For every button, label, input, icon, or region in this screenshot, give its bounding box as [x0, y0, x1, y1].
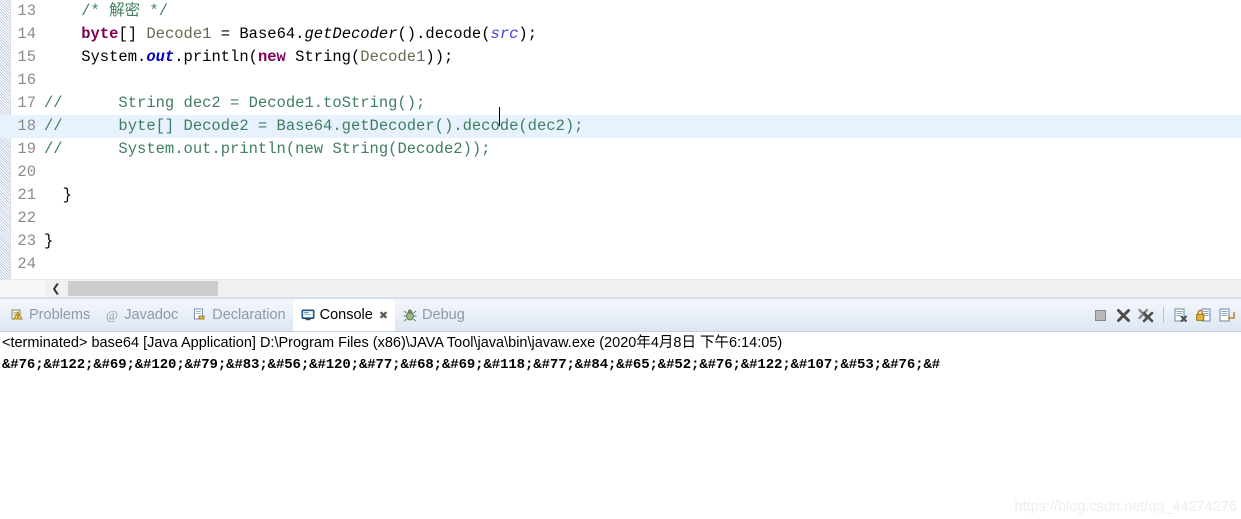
tab-problems[interactable]: Problems	[2, 299, 97, 331]
remove-launch-icon	[1115, 307, 1131, 323]
code-line[interactable]: 14 byte[] Decode1 = Base64.getDecoder().…	[0, 23, 1241, 46]
code-line[interactable]: 20	[0, 161, 1241, 184]
code-text: System.out.println(new String(Decode1));	[44, 48, 454, 66]
code-text: }	[44, 186, 72, 204]
declaration-icon	[192, 307, 208, 323]
code-line[interactable]: 23}	[0, 230, 1241, 253]
code-line[interactable]: 21 }	[0, 184, 1241, 207]
console-toolbar[interactable]	[1092, 299, 1239, 331]
tab-console[interactable]: Console ✖	[292, 299, 396, 331]
editor-horizontal-scrollbar-track[interactable]	[46, 280, 1241, 297]
code-line[interactable]: 16	[0, 69, 1241, 92]
console-icon	[300, 307, 316, 323]
tab-label: Javadoc	[124, 306, 179, 323]
line-number: 18	[17, 117, 36, 135]
code-line-list[interactable]: 13 /* 解密 */14 byte[] Decode1 = Base64.ge…	[0, 0, 1241, 276]
terminate-icon	[1092, 307, 1108, 323]
debug-icon	[402, 307, 418, 323]
code-text: // System.out.println(new String(Decode2…	[44, 140, 491, 158]
code-text: }	[44, 232, 54, 250]
clear-console-icon	[1172, 307, 1188, 323]
display-selected-console-icon	[1218, 307, 1235, 323]
line-number: 15	[17, 48, 36, 66]
tab-declaration[interactable]: Declaration	[185, 299, 292, 331]
svg-text:@: @	[106, 308, 118, 323]
tab-debug[interactable]: Debug	[395, 299, 472, 331]
code-text: byte[] Decode1 = Base64.getDecoder().dec…	[81, 25, 538, 43]
terminate-button[interactable]	[1092, 307, 1109, 324]
code-text: /* 解密 */	[81, 2, 169, 20]
close-icon[interactable]: ✖	[379, 309, 388, 322]
code-text: // String dec2 = Decode1.toString();	[44, 94, 426, 112]
code-line[interactable]: 22	[0, 207, 1241, 230]
code-line[interactable]: 18 // byte[] Decode2 = Base64.getDecoder(…	[0, 115, 1241, 138]
console-output-line: &#76;&#122;&#69;&#120;&#79;&#83;&#56;&#1…	[2, 357, 941, 373]
tab-javadoc[interactable]: @ Javadoc	[97, 299, 185, 331]
text-caret	[499, 107, 500, 126]
code-line[interactable]: 24	[0, 253, 1241, 276]
line-number: 21	[17, 186, 36, 204]
code-line[interactable]: 13 /* 解密 */	[0, 0, 1241, 23]
watermark-text: https://blog.csdn.net/qq_44274276	[1014, 499, 1237, 515]
line-number: 22	[17, 209, 36, 227]
scroll-lock-button[interactable]	[1195, 307, 1212, 324]
code-line[interactable]: 15 System.out.println(new String(Decode1…	[0, 46, 1241, 69]
toolbar-separator	[1163, 307, 1164, 323]
remove-all-terminated-button[interactable]	[1138, 307, 1155, 324]
remove-launch-button[interactable]	[1115, 307, 1132, 324]
scroll-left-arrow-icon[interactable]: ❮	[46, 280, 66, 297]
line-number: 24	[17, 255, 36, 273]
console-terminated-line: <terminated> base64 [Java Application] D…	[2, 335, 783, 351]
console-output-area[interactable]: <terminated> base64 [Java Application] D…	[0, 332, 1241, 519]
display-selected-console-button[interactable]	[1218, 307, 1235, 324]
editor-horizontal-scrollbar-thumb[interactable]	[68, 281, 218, 296]
tab-label: Declaration	[212, 306, 286, 323]
remove-all-terminated-icon	[1138, 307, 1154, 323]
scroll-lock-icon	[1195, 307, 1211, 323]
bottom-panel: Problems @ Javadoc Declaration Console ✖ Debug…	[0, 297, 1241, 519]
panel-tab-bar: Problems @ Javadoc Declaration Console ✖ Debug	[0, 299, 1241, 332]
code-text: // byte[] Decode2 = Base64.getDecoder().…	[44, 117, 584, 135]
javadoc-icon: @	[104, 307, 120, 323]
line-number: 20	[17, 163, 36, 181]
tab-label: Problems	[29, 306, 91, 323]
clear-console-button[interactable]	[1172, 307, 1189, 324]
tab-label: Debug	[422, 306, 465, 323]
tab-label: Console	[319, 306, 373, 323]
line-number: 16	[17, 71, 36, 89]
line-number: 14	[17, 25, 36, 43]
line-number: 19	[17, 140, 36, 158]
line-number: 23	[17, 232, 36, 250]
line-number: 13	[17, 2, 36, 20]
line-number: 17	[17, 94, 36, 112]
panel-tab-list[interactable]: Problems @ Javadoc Declaration Console ✖ Debug	[2, 299, 472, 331]
code-editor[interactable]: 13 /* 解密 */14 byte[] Decode1 = Base64.ge…	[0, 0, 1241, 297]
code-line[interactable]: 17 // String dec2 = Decode1.toString();	[0, 92, 1241, 115]
code-line[interactable]: 19 // System.out.println(new String(Decod…	[0, 138, 1241, 161]
problems-icon	[9, 307, 25, 323]
